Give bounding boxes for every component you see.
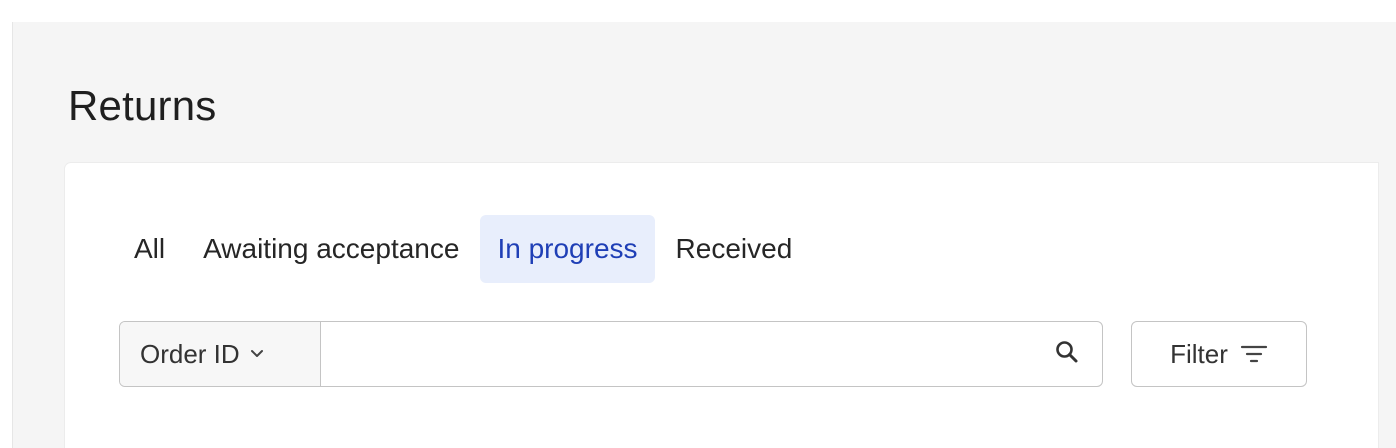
status-tabs: All Awaiting acceptance In progress Rece…	[117, 215, 813, 283]
search-input[interactable]	[321, 322, 1032, 386]
filter-icon	[1240, 343, 1268, 365]
search-button[interactable]	[1032, 322, 1102, 386]
app-background: Returns All Awaiting acceptance In progr…	[12, 22, 1396, 448]
search-icon	[1054, 339, 1080, 370]
search-row: Order ID Filter	[119, 321, 1307, 387]
filter-button[interactable]: Filter	[1131, 321, 1307, 387]
filter-label: Filter	[1170, 338, 1228, 369]
tab-received[interactable]: Received	[659, 215, 810, 283]
page-title: Returns	[68, 82, 217, 130]
search-group: Order ID	[119, 321, 1103, 387]
chevron-down-icon	[250, 349, 264, 359]
search-field-select[interactable]: Order ID	[120, 322, 321, 386]
search-field-label: Order ID	[140, 338, 240, 369]
tab-awaiting-acceptance[interactable]: Awaiting acceptance	[186, 215, 476, 283]
tab-in-progress[interactable]: In progress	[480, 215, 655, 283]
returns-card: All Awaiting acceptance In progress Rece…	[65, 163, 1378, 448]
tab-all[interactable]: All	[117, 215, 182, 283]
